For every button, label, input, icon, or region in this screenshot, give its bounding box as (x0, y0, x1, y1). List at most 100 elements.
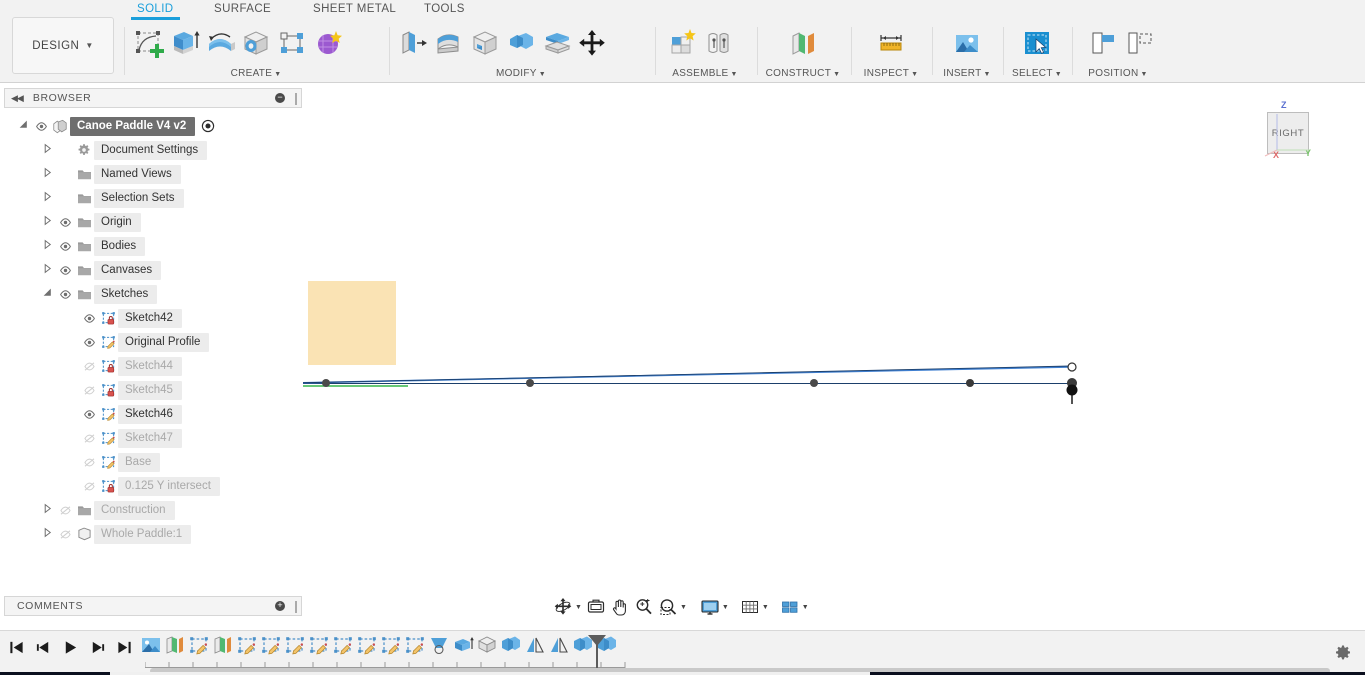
tree-row[interactable]: Document Settings (4, 138, 302, 162)
revolve-icon[interactable] (202, 25, 238, 61)
orbit-button[interactable]: ▼ (551, 596, 584, 618)
ribbon-group-create-label[interactable]: CREATE ▼ (128, 68, 384, 79)
go-to-end-button[interactable] (112, 636, 137, 664)
press-pull-icon[interactable] (395, 25, 431, 61)
timeline-feature-sketch[interactable] (236, 635, 260, 659)
eye-hidden-icon[interactable] (80, 384, 98, 397)
eye-visible-icon[interactable] (80, 336, 98, 349)
view-cube[interactable]: RIGHT Z X Y (1257, 100, 1317, 164)
align-icon[interactable] (1084, 25, 1120, 61)
eye-visible-icon[interactable] (80, 408, 98, 421)
chevron-collapsed-icon[interactable] (42, 503, 56, 517)
step-forward-button[interactable] (85, 636, 110, 664)
ribbon-group-inspect-label[interactable]: INSPECT ▼ (855, 68, 927, 79)
extrude-icon[interactable] (166, 25, 202, 61)
tree-row[interactable]: Whole Paddle:1 (4, 522, 302, 546)
chevron-collapsed-icon[interactable] (42, 239, 56, 253)
pan-button[interactable] (608, 596, 632, 618)
activate-component-radio[interactable] (201, 119, 215, 133)
chevron-collapsed-icon[interactable] (42, 143, 56, 157)
tree-row[interactable]: Canvases (4, 258, 302, 282)
tree-row[interactable]: Construction (4, 498, 302, 522)
tree-row[interactable]: 0.125 Y intersect (4, 474, 302, 498)
play-button[interactable] (58, 636, 83, 664)
workspace-tab-surface[interactable]: SURFACE (214, 3, 271, 19)
workspace-tab-sheet-metal[interactable]: SHEET METAL (313, 3, 396, 19)
tree-row[interactable]: Sketch47 (4, 426, 302, 450)
ribbon-group-select-label[interactable]: SELECT ▼ (1006, 68, 1068, 79)
timeline-feature-sketch[interactable] (308, 635, 332, 659)
select-window-icon[interactable] (1019, 25, 1055, 61)
zoom-window-button[interactable]: ▼ (656, 596, 689, 618)
timeline-feature-sketch[interactable] (284, 635, 308, 659)
panel-resize-grip[interactable] (295, 93, 297, 105)
grid-snaps-button[interactable]: ▼ (738, 596, 771, 618)
tree-row[interactable]: Base (4, 450, 302, 474)
eye-visible-icon[interactable] (56, 288, 74, 301)
timeline-feature-sketch[interactable] (188, 635, 212, 659)
ribbon-group-assemble-label[interactable]: ASSEMBLE ▼ (659, 68, 751, 79)
timeline-feature-plane[interactable] (164, 635, 188, 659)
chevron-collapsed-icon[interactable] (42, 263, 56, 277)
fillet-icon[interactable] (431, 25, 467, 61)
look-at-button[interactable] (584, 596, 608, 618)
timeline-feature-mirror[interactable] (524, 635, 548, 659)
tree-row[interactable]: Named Views (4, 162, 302, 186)
display-settings-button[interactable]: ▼ (698, 596, 731, 618)
tree-row[interactable]: Origin (4, 210, 302, 234)
go-to-beginning-button[interactable] (4, 636, 29, 664)
combine-icon[interactable] (503, 25, 539, 61)
timeline-feature-patch[interactable] (476, 635, 500, 659)
collapse-left-icon[interactable]: ◀◀ (11, 93, 24, 104)
create-sketch-icon[interactable] (130, 25, 166, 61)
measure-icon[interactable] (873, 25, 909, 61)
zoom-button[interactable] (632, 596, 656, 618)
eye-hidden-icon[interactable] (80, 480, 98, 493)
new-component-icon[interactable] (665, 25, 701, 61)
ribbon-group-position-label[interactable]: POSITION ▼ (1076, 68, 1160, 79)
form-icon[interactable] (310, 25, 346, 61)
tree-row[interactable]: Bodies (4, 234, 302, 258)
timeline-feature-sketch[interactable] (380, 635, 404, 659)
hole-icon[interactable] (238, 25, 274, 61)
position-copy-icon[interactable] (1120, 25, 1156, 61)
move-copy-icon[interactable] (575, 25, 611, 61)
browser-collapse-button[interactable]: − (275, 93, 285, 103)
joint-icon[interactable] (701, 25, 737, 61)
ribbon-group-construct-label[interactable]: CONSTRUCT ▼ (761, 68, 845, 79)
timeline-feature-canvas[interactable] (140, 635, 164, 659)
timeline-feature-loft[interactable] (428, 635, 452, 659)
tree-row[interactable]: Selection Sets (4, 186, 302, 210)
chevron-collapsed-icon[interactable] (42, 191, 56, 205)
eye-visible-icon[interactable] (56, 240, 74, 253)
timeline-feature-plane[interactable] (212, 635, 236, 659)
timeline-feature-sketch[interactable] (404, 635, 428, 659)
ribbon-group-insert-label[interactable]: INSERT ▼ (936, 68, 998, 79)
timeline-feature-mirror[interactable] (548, 635, 572, 659)
timeline-feature-sketch[interactable] (356, 635, 380, 659)
ribbon-group-modify-label[interactable]: MODIFY ▼ (393, 68, 649, 79)
chevron-collapsed-icon[interactable] (42, 527, 56, 541)
step-back-button[interactable] (31, 636, 56, 664)
workspace-tab-solid[interactable]: SOLID (131, 3, 179, 20)
eye-hidden-icon[interactable] (56, 528, 74, 541)
tree-row[interactable]: Sketch42 (4, 306, 302, 330)
offset-plane-icon[interactable] (785, 25, 821, 61)
chevron-collapsed-icon[interactable] (42, 215, 56, 229)
eye-hidden-icon[interactable] (80, 432, 98, 445)
split-body-icon[interactable] (539, 25, 575, 61)
tree-row[interactable]: Sketches (4, 282, 302, 306)
tree-row[interactable]: Original Profile (4, 330, 302, 354)
3d-viewport[interactable]: RIGHT Z X Y ▼ ▼ ▼ ▼ ▼ (303, 84, 1365, 629)
shell-icon[interactable] (467, 25, 503, 61)
timeline-feature-sketch[interactable] (332, 635, 356, 659)
eye-hidden-icon[interactable] (56, 504, 74, 517)
viewports-button[interactable]: ▼ (778, 596, 811, 618)
eye-visible-icon[interactable] (56, 216, 74, 229)
timeline-feature-sketch[interactable] (260, 635, 284, 659)
tree-row[interactable]: Sketch45 (4, 378, 302, 402)
eye-hidden-icon[interactable] (80, 360, 98, 373)
eye-visible-icon[interactable] (32, 120, 50, 133)
tree-row[interactable]: Sketch44 (4, 354, 302, 378)
add-comment-button[interactable]: + (275, 600, 285, 611)
